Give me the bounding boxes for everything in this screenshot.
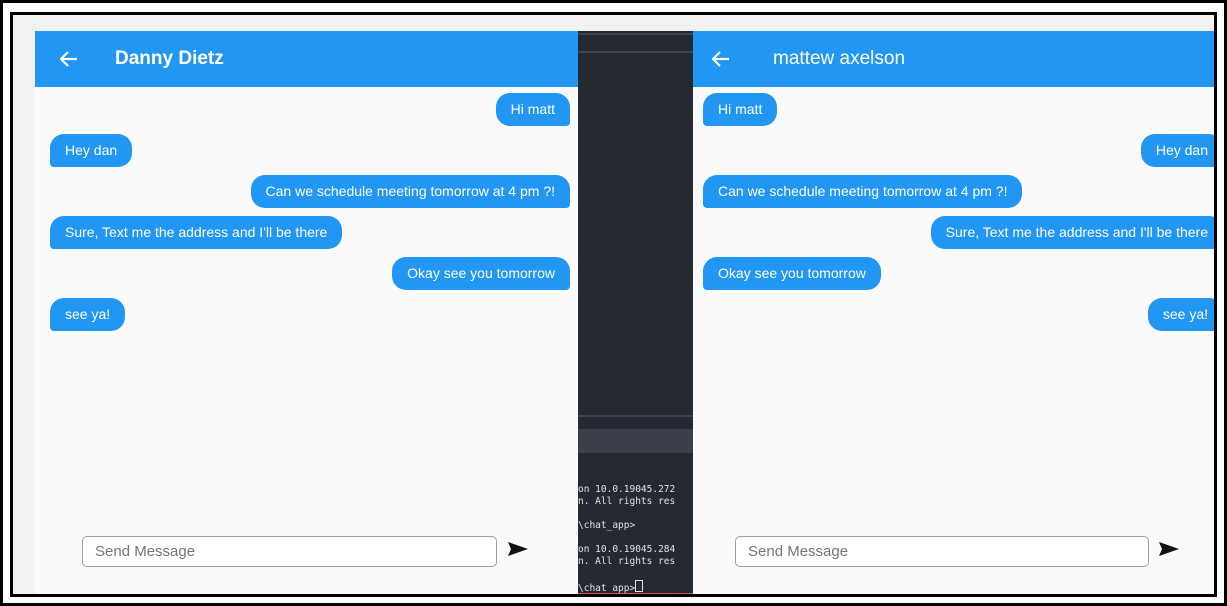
- message-bubble: Sure, Text me the address and I'll be th…: [50, 216, 343, 249]
- terminal-line: on 10.0.19045.272: [578, 484, 676, 495]
- message-bubble: see ya!: [50, 298, 126, 331]
- left-chat-screen: Danny Dietz Hi matt Hey dan Can we sched…: [35, 31, 578, 594]
- message-bubble: Okay see you tomorrow: [392, 257, 570, 290]
- terminal-divider: [578, 415, 693, 417]
- back-arrow-icon[interactable]: [699, 37, 743, 81]
- terminal-output: on 10.0.19045.272n. All rights res​\chat…: [578, 484, 676, 594]
- message-input[interactable]: [735, 536, 1149, 567]
- terminal-divider: [578, 51, 693, 53]
- send-icon[interactable]: [507, 541, 531, 563]
- terminal-cursor: [635, 580, 644, 592]
- message-bubble: Hey dan: [1140, 134, 1214, 167]
- message-list: Hi matt Hey dan Can we schedule meeting …: [35, 87, 578, 541]
- terminal-line: ​: [578, 508, 675, 520]
- right-chat-screen: mattew axelson Hi matt Hey dan Can we sc…: [693, 31, 1214, 594]
- message-bubble: Sure, Text me the address and I'll be th…: [930, 216, 1214, 249]
- app-bar: Danny Dietz: [35, 31, 578, 87]
- terminal-line: ​: [578, 532, 675, 544]
- screenshot-frame: Danny Dietz Hi matt Hey dan Can we sched…: [3, 3, 1224, 603]
- message-bubble: Can we schedule meeting tomorrow at 4 pm…: [250, 175, 570, 208]
- chat-title: mattew axelson: [773, 48, 906, 69]
- terminal-panel: on 10.0.19045.272n. All rights res​\chat…: [578, 31, 693, 594]
- message-bubble: Hi matt: [703, 93, 778, 126]
- message-bubble: Can we schedule meeting tomorrow at 4 pm…: [703, 175, 1023, 208]
- terminal-line: n. All rights res: [578, 556, 676, 567]
- composer: [35, 531, 578, 594]
- message-bubble: Hey dan: [50, 134, 133, 167]
- message-input[interactable]: [82, 536, 497, 567]
- message-bubble: Hi matt: [495, 93, 570, 126]
- back-arrow-icon[interactable]: [47, 37, 91, 81]
- terminal-line: ​: [578, 568, 675, 580]
- terminal-tab-strip: [578, 429, 693, 453]
- app-bar: mattew axelson: [693, 31, 1214, 87]
- chat-title: Danny Dietz: [115, 48, 224, 69]
- message-bubble: Okay see you tomorrow: [703, 257, 881, 290]
- terminal-divider: [578, 33, 693, 35]
- message-list: Hi matt Hey dan Can we schedule meeting …: [693, 87, 1214, 541]
- terminal-line: n. All rights res: [578, 496, 676, 507]
- terminal-status-bar: [578, 593, 693, 594]
- send-icon[interactable]: [1158, 541, 1182, 563]
- composer: [693, 531, 1214, 594]
- window: Danny Dietz Hi matt Hey dan Can we sched…: [10, 12, 1217, 597]
- message-bubble: see ya!: [1147, 298, 1214, 331]
- terminal-line: \chat_app>: [578, 520, 636, 531]
- terminal-line: on 10.0.19045.284: [578, 544, 676, 555]
